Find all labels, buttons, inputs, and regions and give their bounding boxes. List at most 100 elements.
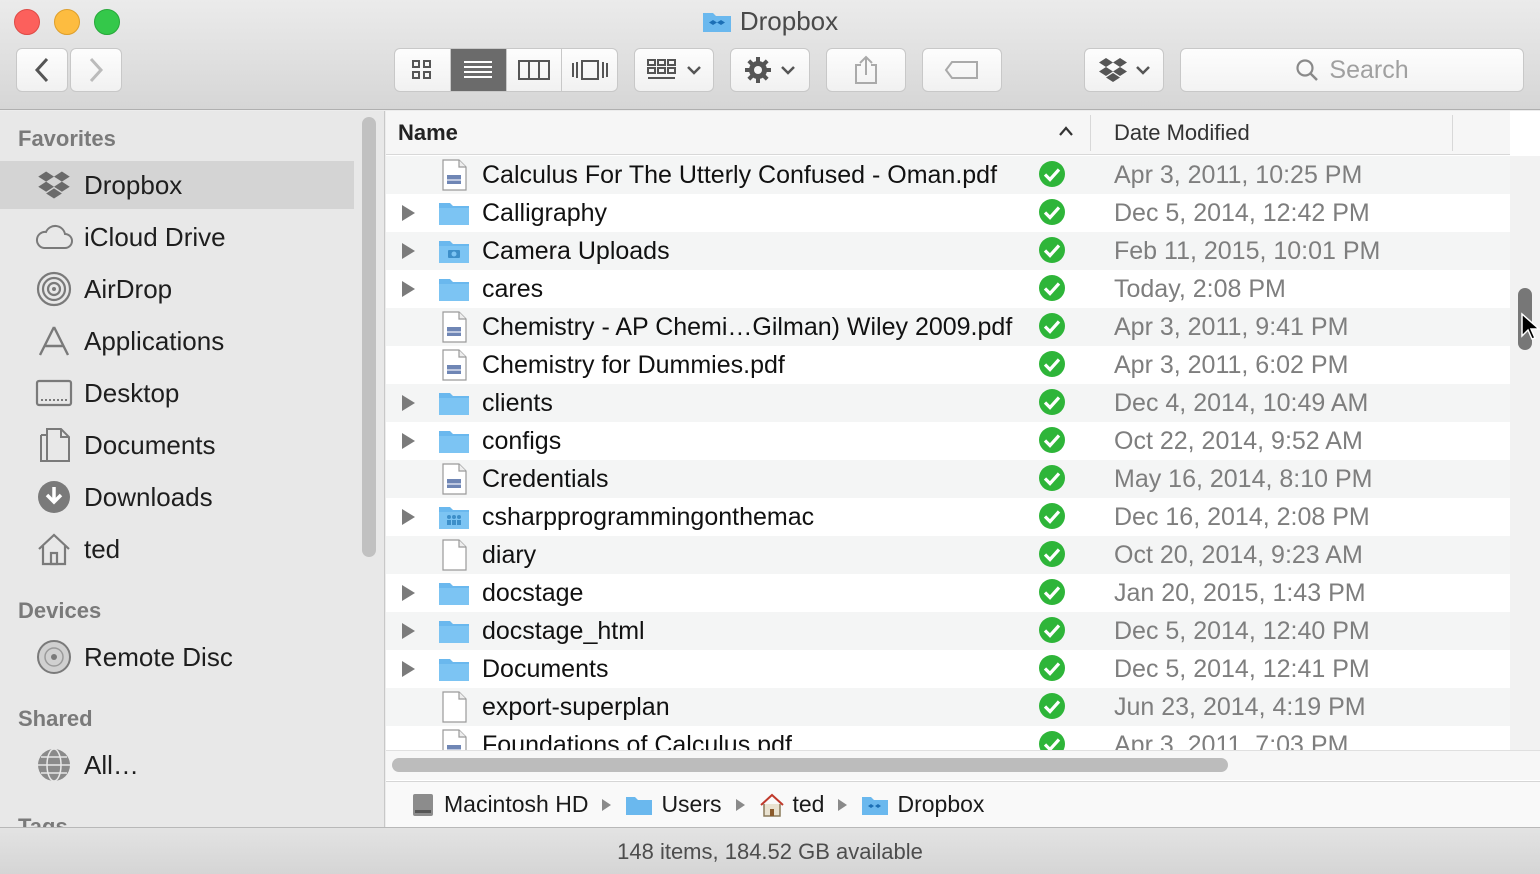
file-row[interactable]: clients Dec 4, 2014, 10:49 AM — [386, 384, 1510, 422]
file-name: Chemistry for Dummies.pdf — [482, 351, 785, 379]
path-crumb-label: ted — [792, 791, 825, 817]
gear-icon — [745, 57, 771, 83]
window-title-text: Dropbox — [739, 6, 839, 36]
sidebar-item-desktop[interactable]: Desktop — [0, 369, 354, 417]
file-row[interactable]: Calligraphy Dec 5, 2014, 12:42 PM — [386, 194, 1510, 232]
path-crumb-dropbox[interactable]: Dropbox — [861, 791, 984, 818]
devices-section-title: Devices — [18, 598, 102, 623]
file-row[interactable]: export-superplan Jun 23, 2014, 4:19 PM — [386, 688, 1510, 726]
file-row[interactable]: Foundations of Calculus.pdf Apr 3, 2011, … — [386, 726, 1510, 750]
date-modified: Dec 16, 2014, 2:08 PM — [1114, 503, 1370, 531]
path-separator-icon — [838, 798, 848, 811]
pdf-file-icon — [442, 311, 467, 343]
file-row[interactable]: cares Today, 2:08 PM — [386, 270, 1510, 308]
chevron-left-icon — [34, 57, 49, 83]
chevron-down-icon — [687, 66, 701, 75]
sidebar-item-dropbox[interactable]: Dropbox — [0, 161, 354, 209]
sidebar-item-ted[interactable]: ted — [0, 525, 354, 573]
file-row[interactable]: Chemistry for Dummies.pdf Apr 3, 2011, 6:… — [386, 346, 1510, 384]
disclosure-triangle-icon[interactable] — [402, 281, 415, 297]
sidebar-item-label: AirDrop — [84, 273, 173, 304]
sync-complete-icon — [1039, 541, 1065, 567]
file-row[interactable]: csharpprogrammingonthemac Dec 16, 2014, 2… — [386, 498, 1510, 536]
arrange-button[interactable] — [634, 48, 714, 92]
sync-complete-icon — [1039, 275, 1065, 301]
disclosure-triangle-icon[interactable] — [402, 395, 415, 411]
horizontal-scrollbar-thumb[interactable] — [392, 758, 1228, 772]
columns-icon — [517, 60, 550, 80]
file-row[interactable]: Calculus For The Utterly Confused - Oman… — [386, 156, 1510, 194]
disclosure-triangle-icon[interactable] — [402, 623, 415, 639]
folder-icon — [439, 203, 469, 225]
date-modified: Oct 22, 2014, 9:52 AM — [1114, 427, 1363, 455]
sync-complete-icon — [1039, 731, 1065, 750]
file-name: configs — [482, 427, 562, 455]
file-row[interactable]: Camera Uploads Feb 11, 2015, 10:01 PM — [386, 232, 1510, 270]
arrange-icon — [647, 59, 676, 79]
action-button[interactable] — [730, 48, 810, 92]
file-row[interactable]: Documents Dec 5, 2014, 12:41 PM — [386, 650, 1510, 688]
sidebar-item-remote-disc[interactable]: Remote Disc — [0, 633, 354, 681]
sidebar-item-label: Applications — [84, 325, 225, 356]
sidebar-scrollbar[interactable] — [362, 117, 376, 557]
vertical-scrollbar-track[interactable] — [1510, 156, 1540, 750]
column-view-button[interactable] — [507, 49, 563, 91]
share-icon — [855, 55, 877, 84]
path-crumb-macintosh-hd[interactable]: Macintosh HD — [410, 791, 588, 818]
folder-icon — [439, 621, 469, 643]
list-view-button[interactable] — [450, 49, 507, 91]
path-crumb-users[interactable]: Users — [625, 791, 722, 818]
date-modified: Today, 2:08 PM — [1114, 275, 1286, 303]
file-row[interactable]: diary Oct 20, 2014, 9:23 AM — [386, 536, 1510, 574]
dropbox-menu-button[interactable] — [1084, 48, 1164, 92]
sidebar-item-all-shared[interactable]: All… — [0, 741, 354, 789]
file-name: clients — [482, 389, 553, 417]
forward-button[interactable] — [70, 48, 122, 92]
icon-view-button[interactable] — [395, 49, 451, 91]
sync-complete-icon — [1039, 465, 1065, 491]
sidebar-item-downloads[interactable]: Downloads — [0, 473, 354, 521]
status-bar: 148 items, 184.52 GB available — [0, 827, 1540, 874]
folder-icon — [439, 659, 469, 681]
path-crumb-label: Dropbox — [897, 791, 985, 817]
status-text: 148 items, 184.52 GB available — [617, 839, 923, 864]
disclosure-triangle-icon[interactable] — [402, 243, 415, 259]
column-divider[interactable] — [1090, 115, 1091, 151]
disclosure-triangle-icon[interactable] — [402, 661, 415, 677]
file-row[interactable]: docstage_html Dec 5, 2014, 12:40 PM — [386, 612, 1510, 650]
sidebar-item-icloud-drive[interactable]: iCloud Drive — [0, 213, 354, 261]
sidebar-item-applications[interactable]: Applications — [0, 317, 354, 365]
airdrop-icon — [34, 269, 74, 309]
date-modified: Dec 4, 2014, 10:49 AM — [1114, 389, 1369, 417]
date-modified-column-header[interactable]: Date Modified — [1114, 120, 1250, 146]
file-icon — [442, 691, 467, 723]
shared-section-title: Shared — [18, 706, 93, 731]
dropbox-icon — [1099, 58, 1127, 82]
file-name: Foundations of Calculus.pdf — [482, 731, 792, 750]
tags-button[interactable] — [922, 48, 1002, 92]
path-crumb-ted[interactable]: ted — [759, 791, 825, 818]
search-field[interactable]: Search — [1180, 48, 1524, 92]
sidebar-item-documents[interactable]: Documents — [0, 421, 354, 469]
disclosure-triangle-icon[interactable] — [402, 205, 415, 221]
file-row[interactable]: configs Oct 22, 2014, 9:52 AM — [386, 422, 1510, 460]
path-bar: Macintosh HD Users ted Dropbox — [386, 781, 1540, 827]
file-row[interactable]: docstage Jan 20, 2015, 1:43 PM — [386, 574, 1510, 612]
path-crumb-label: Users — [661, 791, 722, 817]
back-button[interactable] — [16, 48, 68, 92]
disclosure-triangle-icon[interactable] — [402, 433, 415, 449]
file-name: Camera Uploads — [482, 237, 670, 265]
cover-flow-view-button[interactable] — [562, 49, 617, 91]
sidebar-item-airdrop[interactable]: AirDrop — [0, 265, 354, 313]
file-row[interactable]: Chemistry - AP Chemi…Gilman) Wiley 2009.… — [386, 308, 1510, 346]
disclosure-triangle-icon[interactable] — [402, 509, 415, 525]
file-row[interactable]: Credentials May 16, 2014, 8:10 PM — [386, 460, 1510, 498]
column-divider[interactable] — [1452, 115, 1453, 151]
name-column-header[interactable]: Name — [398, 120, 458, 146]
file-name: cares — [482, 275, 544, 303]
tag-icon — [944, 61, 978, 79]
share-button[interactable] — [826, 48, 906, 92]
file-name: docstage_html — [482, 617, 645, 645]
disclosure-triangle-icon[interactable] — [402, 585, 415, 601]
home-icon — [759, 793, 784, 817]
